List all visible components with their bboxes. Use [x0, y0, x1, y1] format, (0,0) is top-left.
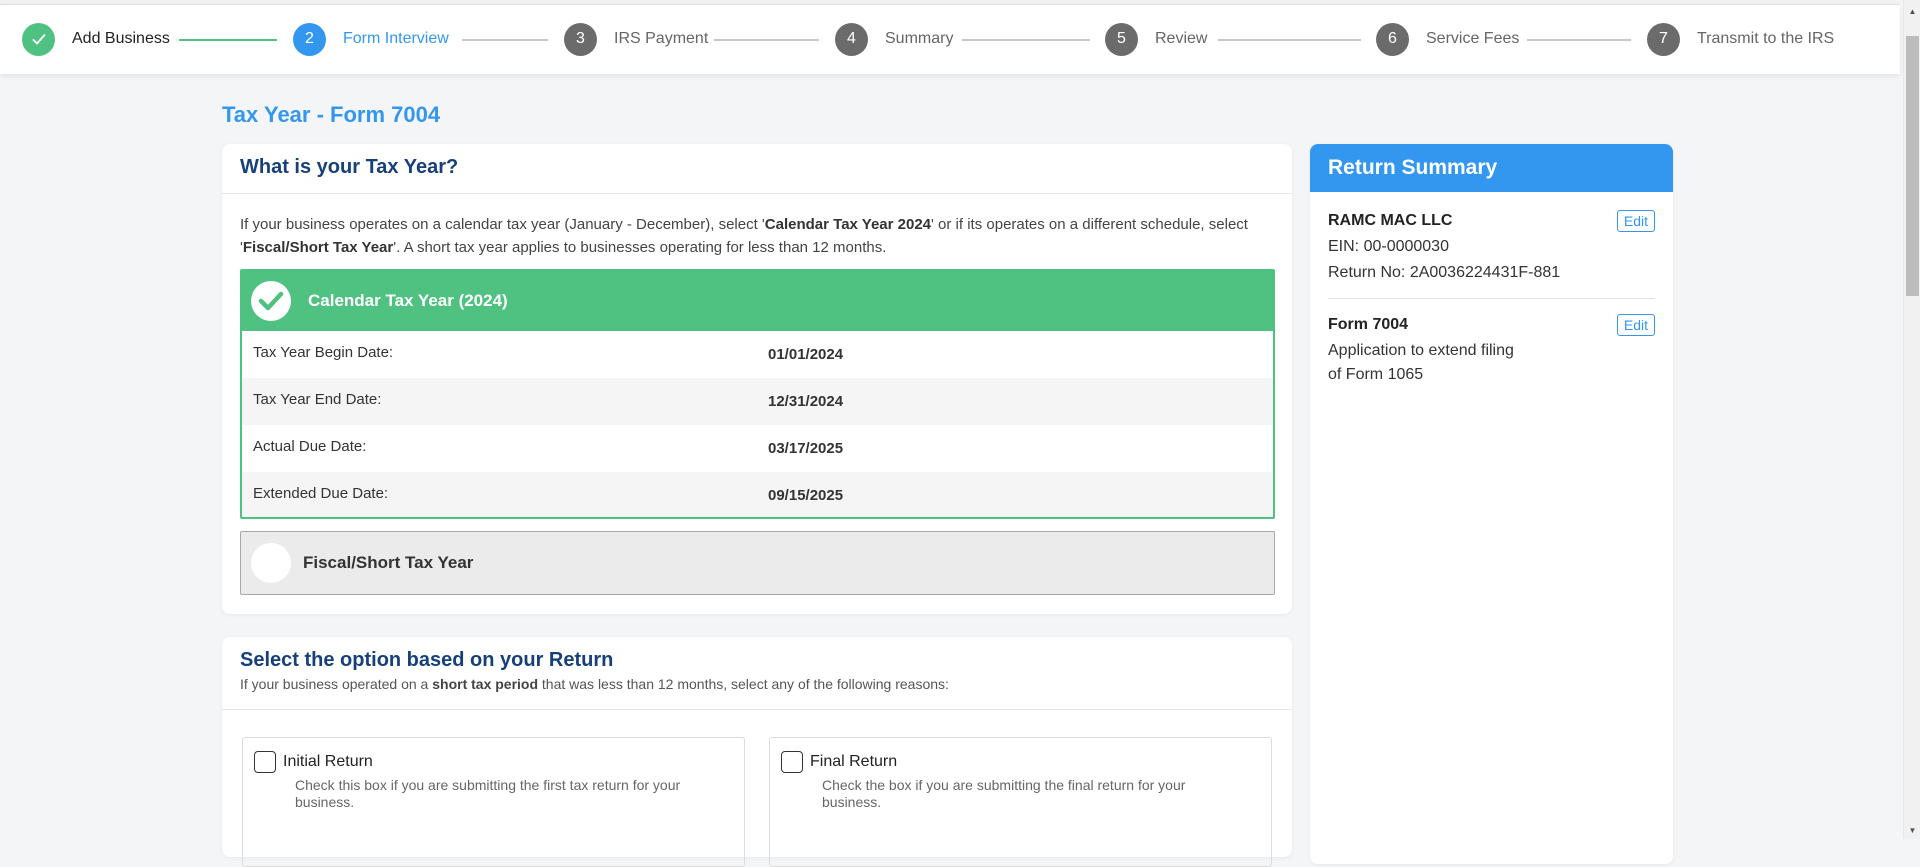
form-name: Form 7004 — [1328, 316, 1409, 333]
scrollbar-thumb[interactable] — [1906, 36, 1919, 296]
step-connector — [1527, 39, 1631, 41]
date-row: Actual Due Date: 03/17/2025 — [242, 425, 1273, 472]
step-irs-payment[interactable]: 3 IRS Payment — [564, 22, 709, 56]
date-value: 09/15/2025 — [768, 487, 844, 504]
date-value: 12/31/2024 — [768, 393, 844, 410]
date-table: Tax Year Begin Date: 01/01/2024 Tax Year… — [242, 331, 1273, 517]
business-ein: EIN: 00-0000030 — [1328, 238, 1449, 255]
step-number: 5 — [1105, 22, 1138, 56]
date-label: Extended Due Date: — [253, 484, 389, 502]
form-description: of Form 1065 — [1328, 366, 1424, 383]
date-label: Tax Year Begin Date: — [253, 343, 394, 361]
date-value: 03/17/2025 — [768, 440, 844, 457]
date-row: Tax Year End Date: 12/31/2024 — [242, 378, 1273, 425]
check-icon — [22, 22, 55, 56]
choice-label: Initial Return — [283, 753, 373, 770]
step-connector — [462, 39, 548, 41]
desc-text: '. A short tax year applies to businesse… — [393, 239, 887, 256]
step-summary[interactable]: 4 Summary — [835, 22, 954, 56]
option-fiscal-short-tax-year[interactable]: Fiscal/Short Tax Year — [240, 531, 1275, 595]
date-row: Tax Year Begin Date: 01/01/2024 — [242, 331, 1273, 378]
return-summary-panel: Return Summary RAMC MAC LLC EIN: 00-0000… — [1310, 144, 1673, 864]
edit-business-button[interactable]: Edit — [1616, 210, 1655, 232]
choice-initial-return[interactable]: Initial Return Check this box if you are… — [242, 737, 745, 867]
step-label: Add Business — [72, 30, 170, 47]
edit-form-button[interactable]: Edit — [1616, 314, 1655, 336]
desc-text: If your business operates on a calendar … — [240, 216, 765, 233]
sub-text: that was less than 12 months, select any… — [538, 676, 949, 692]
form-description: Application to extend filing — [1328, 342, 1514, 359]
step-connector — [962, 39, 1090, 41]
step-number: 3 — [564, 22, 597, 56]
card-heading: Select the option based on your Return — [240, 649, 614, 671]
summary-heading: Return Summary — [1310, 144, 1673, 192]
radio-circle-icon[interactable] — [251, 543, 291, 583]
step-label: Form Interview — [343, 30, 449, 47]
step-connector — [714, 39, 819, 41]
step-number: 4 — [835, 22, 868, 56]
sub-bold: short tax period — [432, 676, 539, 692]
step-review[interactable]: 5 Review — [1105, 22, 1208, 56]
choice-help: Check this box if you are submitting the… — [295, 777, 681, 810]
date-label: Actual Due Date: — [253, 437, 367, 455]
sub-text: If your business operated on a — [240, 676, 433, 692]
step-form-interview[interactable]: 2 Form Interview — [293, 22, 449, 56]
scroll-down-arrow-icon[interactable]: ▼ — [1904, 822, 1920, 839]
progress-stepper: Add Business 2 Form Interview 3 IRS Paym… — [0, 5, 1900, 74]
choice-final-return[interactable]: Final Return Check the box if you are su… — [769, 737, 1272, 867]
initial-return-checkbox[interactable] — [254, 751, 276, 773]
step-label: Review — [1155, 30, 1208, 47]
tax-year-card: What is your Tax Year? If your business … — [222, 144, 1292, 614]
option-header[interactable]: Calendar Tax Year (2024) — [242, 271, 1273, 331]
summary-form-block: Form 7004 Application to extend filing o… — [1310, 299, 1673, 384]
final-return-checkbox[interactable] — [781, 751, 803, 773]
return-options-card: Select the option based on your Return I… — [222, 637, 1292, 867]
option-title: Fiscal/Short Tax Year — [303, 553, 474, 572]
desc-bold: Fiscal/Short Tax Year — [242, 239, 394, 256]
tax-year-description: If your business operates on a calendar … — [222, 194, 1292, 259]
choice-help: Check the box if you are submitting the … — [822, 777, 1186, 810]
step-label: IRS Payment — [614, 30, 709, 47]
step-number: 6 — [1376, 22, 1409, 56]
business-name: RAMC MAC LLC — [1328, 212, 1453, 229]
step-add-business[interactable]: Add Business — [22, 22, 170, 56]
step-number: 7 — [1647, 22, 1680, 56]
date-label: Tax Year End Date: — [253, 390, 382, 408]
date-value: 01/01/2024 — [768, 346, 844, 363]
step-connector — [179, 39, 277, 41]
step-label: Summary — [885, 30, 954, 47]
option-title: Calendar Tax Year (2024) — [308, 291, 508, 310]
card-heading: What is your Tax Year? — [222, 144, 1292, 194]
card-subtext: If your business operated on a short tax… — [240, 676, 1274, 692]
vertical-scrollbar[interactable]: ▲ ▼ — [1903, 0, 1920, 839]
check-circle-icon — [251, 281, 291, 321]
scroll-up-arrow-icon[interactable]: ▲ — [1904, 3, 1920, 20]
step-service-fees[interactable]: 6 Service Fees — [1376, 22, 1520, 56]
return-number: Return No: 2A0036224431F-881 — [1328, 264, 1561, 281]
step-label: Service Fees — [1426, 30, 1520, 47]
choice-label: Final Return — [810, 753, 898, 770]
step-connector — [1218, 39, 1361, 41]
step-transmit[interactable]: 7 Transmit to the IRS — [1647, 22, 1835, 56]
card-header: Select the option based on your Return I… — [222, 637, 1292, 710]
desc-bold: Calendar Tax Year 2024 — [764, 216, 932, 233]
step-number: 2 — [293, 22, 326, 56]
step-label: Transmit to the IRS — [1697, 30, 1835, 47]
option-calendar-tax-year[interactable]: Calendar Tax Year (2024) Tax Year Begin … — [240, 269, 1275, 519]
summary-business-block: RAMC MAC LLC EIN: 00-0000030 Return No: … — [1310, 192, 1673, 282]
date-row: Extended Due Date: 09/15/2025 — [242, 472, 1273, 517]
page-title: Tax Year - Form 7004 — [222, 102, 441, 127]
